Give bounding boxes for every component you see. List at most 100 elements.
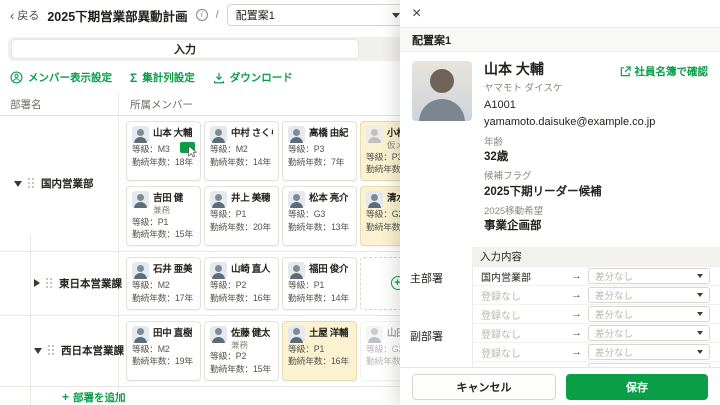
member-card[interactable]: 吉田 健 兼務 等級：P1 勤続年数：15年 — [126, 186, 201, 247]
member-name: 中村 さくら — [231, 128, 273, 139]
member-name: 松本 亮介 — [309, 193, 349, 205]
member-subrole: 兼務 — [231, 339, 249, 350]
expand-caret-icon[interactable] — [14, 180, 22, 187]
form-row: 登録なし → 差分なし — [473, 324, 720, 344]
member-name: 土屋 洋輔 — [309, 327, 349, 339]
roster-link-label: 社員名簿で確認 — [634, 66, 709, 78]
person-circle-icon — [10, 71, 23, 84]
member-name: 山崎 直人 — [231, 264, 271, 276]
member-display-settings-button[interactable]: メンバー表示設定 — [10, 70, 112, 85]
current-value: 登録なし — [481, 348, 521, 360]
member-name: 福田 俊介 — [309, 264, 349, 276]
member-grade: 等級：M2 — [132, 280, 170, 291]
member-subrole: 兼務 — [153, 205, 171, 216]
member-cards: 山本 大輔 等級：M3 勤続年数：18年 中村 さくら 等級：M2 勤続年数：1… — [118, 116, 442, 251]
app-window: ‹ 戻る 2025下期営業部異動計画 i / 配置案1 入力 メンバー表示設定 … — [0, 0, 720, 405]
chevron-down-icon — [697, 331, 703, 336]
cancel-button[interactable]: キャンセル — [412, 374, 556, 400]
member-grade: 等級：M2 — [132, 343, 170, 354]
drag-handle-icon[interactable] — [28, 178, 35, 189]
member-grade: 等級：P1 — [288, 280, 325, 291]
avatar — [210, 262, 227, 280]
member-card[interactable]: 田中 直樹 等級：M2 勤続年数：19年 — [126, 320, 201, 381]
expand-caret-icon[interactable] — [34, 279, 40, 288]
arrow-right-icon: → — [571, 289, 582, 302]
avatar — [132, 191, 149, 209]
member-years: 勤続年数：14年 — [210, 156, 271, 167]
save-button[interactable]: 保存 — [566, 374, 708, 400]
back-label: 戻る — [17, 10, 40, 22]
department-name: 西日本営業課 — [61, 345, 124, 358]
diff-select[interactable]: 差分なし — [588, 344, 710, 361]
plus-icon: + — [62, 390, 70, 405]
chevron-down-icon — [697, 350, 703, 355]
member-years: 勤続年数：14年 — [288, 292, 349, 303]
member-card[interactable]: 松本 亮介 等級：G3 勤続年数：13年 — [282, 186, 357, 247]
member-name: 山本 大輔 — [153, 128, 193, 139]
drag-handle-icon[interactable] — [48, 345, 55, 356]
roster-link[interactable]: 社員名簿で確認 — [620, 64, 709, 79]
chevron-down-icon — [697, 293, 703, 298]
member-card[interactable]: 土屋 洋輔 等級：P1 勤続年数：16年 — [282, 320, 357, 381]
diff-select[interactable]: 差分なし — [588, 287, 710, 304]
employee-photo — [412, 61, 472, 121]
member-years: 勤続年数：19年 — [132, 356, 193, 367]
tab-input[interactable]: 入力 — [11, 39, 359, 59]
member-name: 高橋 由紀 — [309, 128, 349, 139]
plan-select[interactable]: 配置案1 — [226, 4, 409, 26]
diff-select[interactable]: 差分なし — [588, 325, 710, 342]
member-years: 勤続年数：15年 — [132, 229, 193, 240]
member-display-label: メンバー表示設定 — [28, 72, 112, 84]
arrow-right-icon: → — [571, 346, 582, 359]
diff-select[interactable]: 差分なし — [588, 268, 710, 285]
panel-footer: キャンセル 保存 — [400, 367, 720, 405]
avatar — [288, 191, 305, 209]
add-department-button[interactable]: + 部署を追加 — [62, 390, 126, 405]
aggregate-column-settings-button[interactable]: Σ 集計列設定 — [130, 70, 195, 85]
view-tabs: 入力 — [8, 37, 412, 61]
member-card[interactable]: 中村 さくら 等級：M2 勤続年数：14年 — [204, 121, 279, 182]
member-years: 勤続年数：16年 — [288, 356, 349, 367]
form-rows: 国内営業部 → 差分なし 登録なし → 差分なし 登録なし → 差分なし 登録な… — [472, 267, 720, 382]
download-button[interactable]: ダウンロード — [213, 70, 293, 85]
avatar — [210, 191, 227, 209]
member-card[interactable]: 高橋 由紀 等級：P3 勤続年数：7年 — [282, 121, 357, 182]
member-card[interactable]: 山本 大輔 等級：M3 勤続年数：18年 — [126, 121, 201, 182]
avatar — [288, 126, 305, 143]
info-icon[interactable]: i — [195, 9, 208, 21]
member-card[interactable]: 佐藤 健太 兼務 等級：P2 勤続年数：15年 — [204, 320, 279, 381]
department-cell: 東日本営業課 — [0, 252, 122, 315]
avatar — [132, 126, 149, 143]
avatar — [366, 191, 383, 209]
member-grade: 等級：P1 — [210, 209, 247, 220]
diff-select[interactable]: 差分なし — [588, 306, 710, 323]
employee-id: A1001 — [484, 98, 516, 111]
avatar — [366, 325, 383, 343]
employee-profile: 山本 大輔 ヤマモト ダイスケ A1001 yamamoto.daisuke@e… — [400, 52, 720, 240]
member-card[interactable]: 石井 亜美 等級：M2 勤続年数：17年 — [126, 257, 201, 310]
form-row: 登録なし → 差分なし — [473, 305, 720, 325]
chevron-down-icon — [697, 274, 703, 279]
close-icon[interactable]: × — [412, 5, 421, 22]
drag-handle-icon[interactable] — [46, 278, 53, 289]
member-cards: 石井 亜美 等級：M2 勤続年数：17年 山崎 直人 等級：P2 勤続年数：16… — [118, 252, 442, 315]
breadcrumb-separator: / — [215, 9, 219, 21]
chevron-down-icon — [391, 12, 400, 18]
current-value: 登録なし — [481, 310, 521, 322]
diff-select-value: 差分なし — [595, 272, 634, 284]
member-years: 勤続年数：7年 — [288, 156, 345, 167]
avatar — [132, 325, 149, 343]
arrow-right-icon: → — [571, 308, 582, 321]
form-row: 国内営業部 → 差分なし — [473, 267, 720, 287]
member-name: 石井 亜美 — [153, 264, 193, 276]
member-card[interactable]: 福田 俊介 等級：P1 勤続年数：14年 — [282, 257, 357, 310]
expand-caret-icon[interactable] — [34, 347, 42, 354]
back-button[interactable]: ‹ 戻る — [10, 7, 39, 23]
department-cell: 西日本営業課 — [0, 316, 124, 386]
member-card[interactable]: 山崎 直人 等級：P2 勤続年数：16年 — [204, 257, 279, 310]
member-grade: 等級：P2 — [210, 351, 247, 362]
input-form: 入力内容 主部署 副部署 国内営業部 → 差分なし 登録なし → 差分なし 登録… — [400, 247, 720, 382]
profile-field: 年齢 32歳 — [484, 137, 708, 165]
member-card[interactable]: 井上 美穂 等級：P1 勤続年数：20年 — [204, 186, 279, 247]
member-grade: 等級：G3 — [288, 209, 326, 220]
